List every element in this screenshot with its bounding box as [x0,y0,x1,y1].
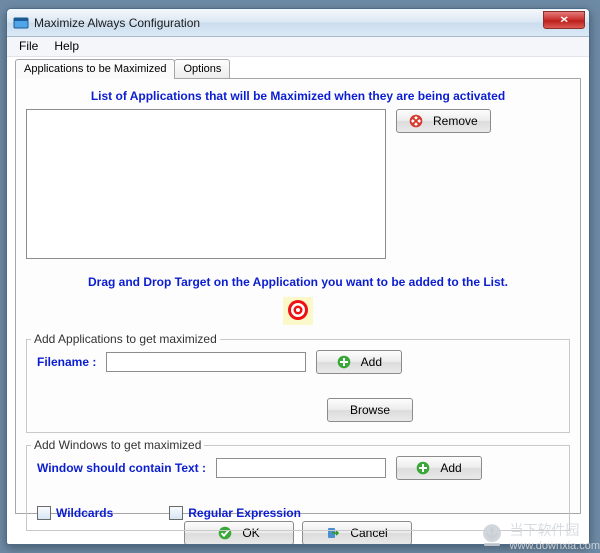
drag-target[interactable] [283,297,313,325]
remove-button-label: Remove [433,114,478,128]
add-window-button-label: Add [440,461,461,475]
window-title: Maximize Always Configuration [34,16,543,30]
tab-applications[interactable]: Applications to be Maximized [15,59,175,79]
target-icon [287,299,309,324]
tab-options[interactable]: Options [174,59,230,79]
section-heading-list: List of Applications that will be Maximi… [26,89,570,103]
app-icon [13,15,29,31]
wildcards-checkbox[interactable]: Wildcards [37,506,113,520]
checkbox-icon [169,506,183,520]
section-heading-drag: Drag and Drop Target on the Application … [26,275,570,289]
window-text-input[interactable] [216,458,386,478]
app-window: Maximize Always Configuration × File Hel… [6,8,590,545]
client-area: Applications to be Maximized Options Lis… [7,59,589,545]
close-button[interactable]: × [543,11,585,29]
close-icon: × [560,14,568,26]
regex-label: Regular Expression [188,506,301,520]
tab-panel-applications: List of Applications that will be Maximi… [15,78,581,514]
wildcards-label: Wildcards [56,506,113,520]
titlebar[interactable]: Maximize Always Configuration × [7,9,589,37]
browse-button-label: Browse [350,403,390,417]
window-text-label: Window should contain Text : [37,461,206,475]
menubar: File Help [7,37,589,57]
add-app-button[interactable]: Add [316,350,402,374]
add-circle-icon [337,355,351,369]
add-window-button[interactable]: Add [396,456,482,480]
remove-circle-icon [409,114,423,128]
checkbox-icon [37,506,51,520]
add-circle-icon [416,461,430,475]
maximized-apps-listbox[interactable] [26,109,386,259]
add-app-button-label: Add [361,355,382,369]
regex-checkbox[interactable]: Regular Expression [169,506,301,520]
tab-strip: Applications to be Maximized Options [15,59,581,79]
menu-help[interactable]: Help [46,37,87,56]
browse-button[interactable]: Browse [327,398,413,422]
menu-file[interactable]: File [11,37,46,56]
filename-input[interactable] [106,352,306,372]
remove-button[interactable]: Remove [396,109,491,133]
group-add-windows: Add Windows to get maximized Window shou… [26,445,570,531]
filename-label: Filename : [37,355,96,369]
group-add-applications: Add Applications to get maximized Filena… [26,339,570,433]
group-add-applications-title: Add Applications to get maximized [31,332,220,346]
group-add-windows-title: Add Windows to get maximized [31,438,204,452]
